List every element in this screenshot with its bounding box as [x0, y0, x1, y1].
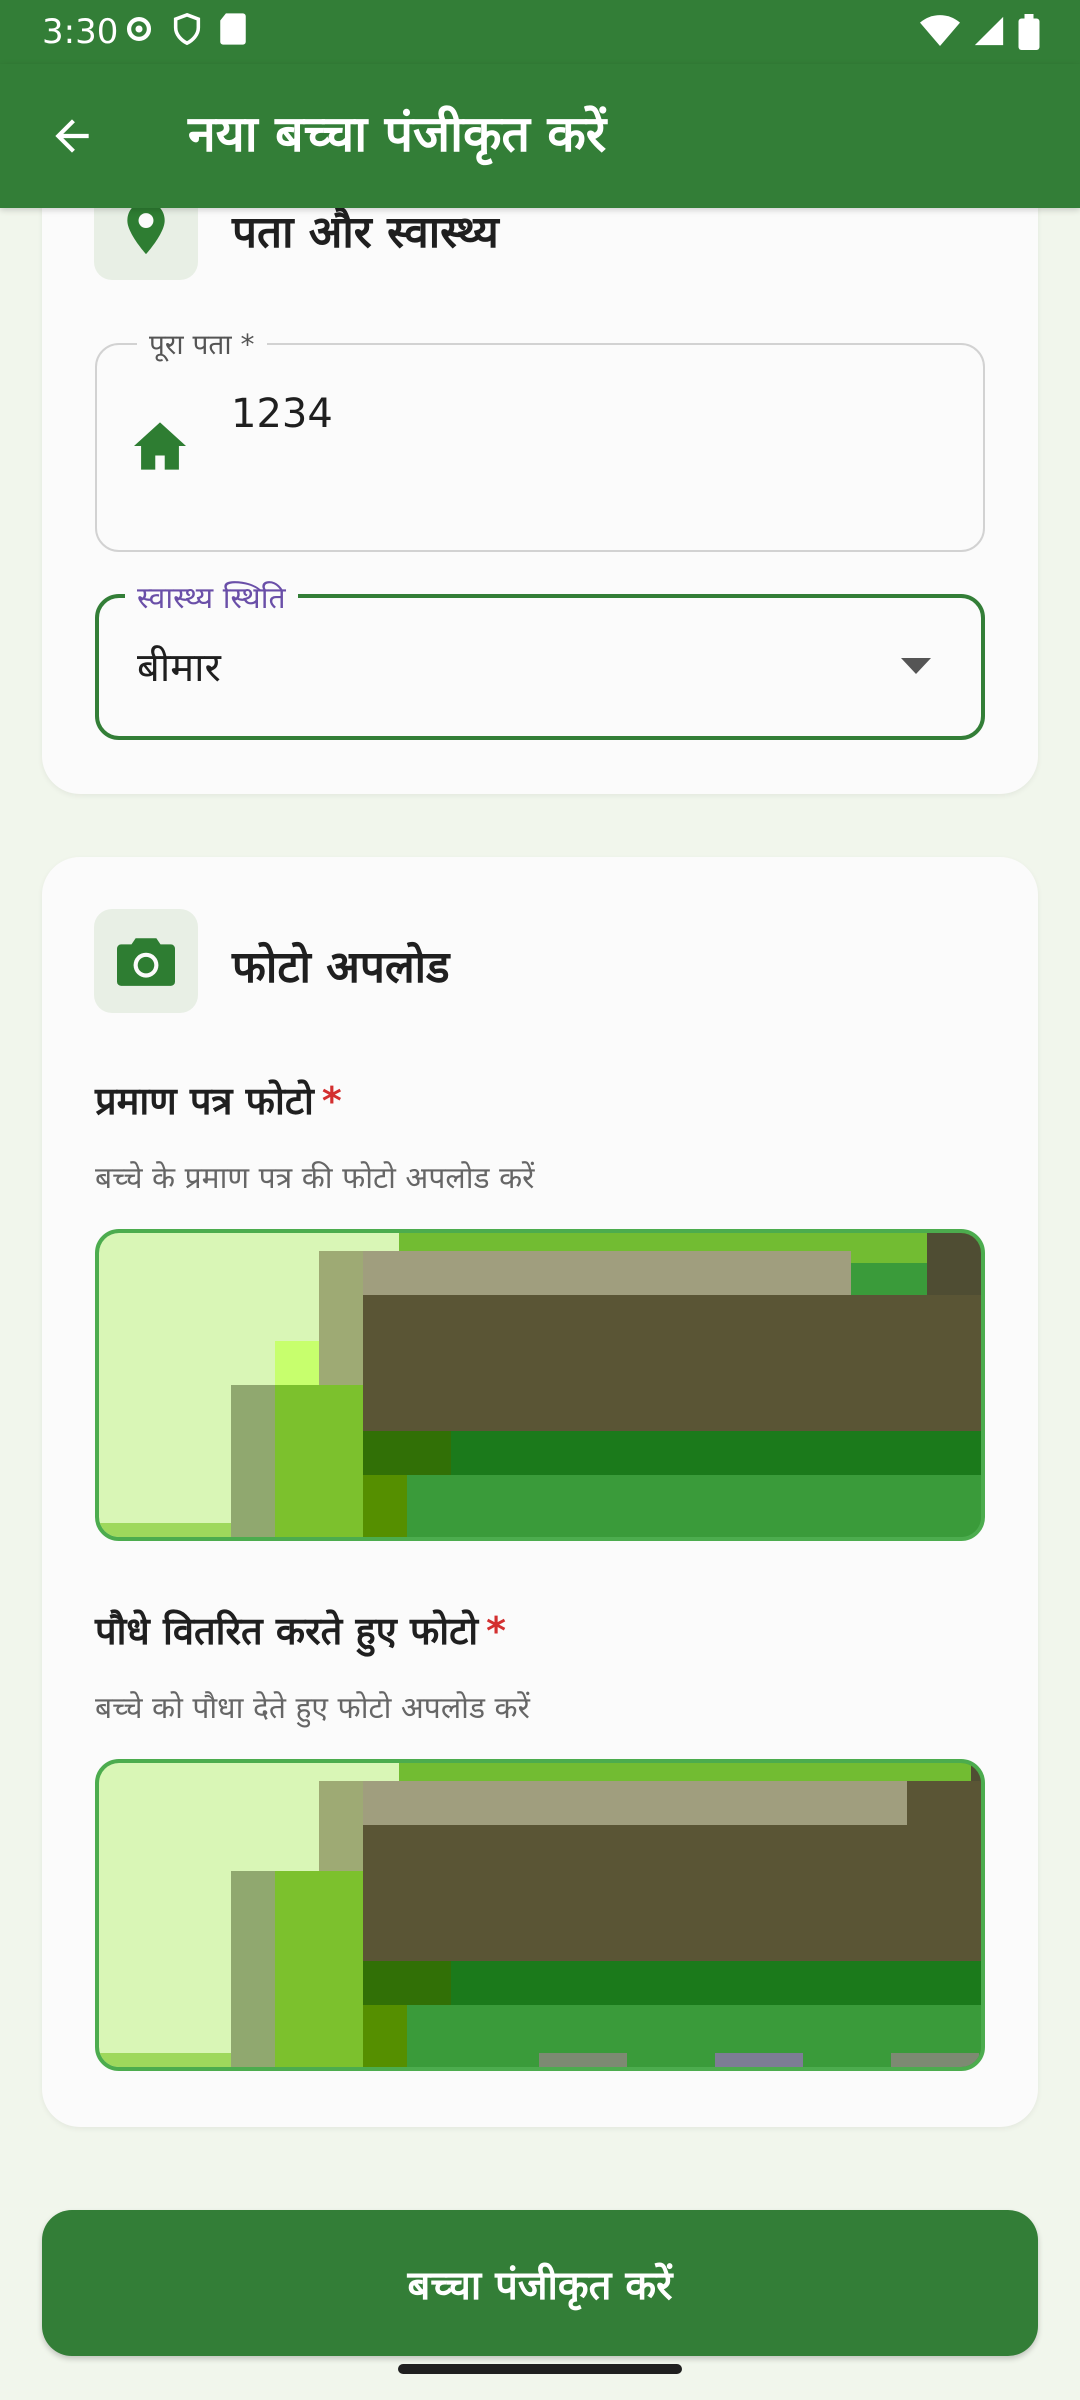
app-bar: नया बच्चा पंजीकृत करें [0, 64, 1080, 208]
gesture-nav-handle[interactable] [398, 2364, 682, 2374]
register-child-button[interactable]: बच्चा पंजीकृत करें [42, 2210, 1038, 2356]
home-icon [131, 420, 189, 476]
plant-photo-label: पौधे वितरित करते हुए फोटो * [95, 1609, 506, 1653]
address-field[interactable]: पूरा पता * 1234 [95, 325, 985, 552]
page-title: नया बच्चा पंजीकृत करें [188, 105, 607, 163]
register-child-label: बच्चा पंजीकृत करें [407, 2262, 673, 2309]
signal-icon [972, 14, 1006, 54]
wifi-icon [920, 14, 960, 54]
certificate-photo-hint: बच्चे के प्रमाण पत्र की फोटो अपलोड करें [95, 1161, 535, 1196]
shield-icon [170, 12, 204, 50]
camera-icon [117, 938, 175, 986]
certificate-photo-upload[interactable] [95, 1229, 985, 1541]
required-star: * [321, 1079, 342, 1123]
plant-photo-upload[interactable] [95, 1759, 985, 2071]
back-button[interactable] [40, 104, 104, 168]
dropdown-arrow-icon[interactable] [901, 658, 931, 678]
address-label: पूरा पता * [137, 325, 267, 363]
health-status-select[interactable]: स्वास्थ्य स्थिति बीमार [95, 576, 985, 740]
required-star: * [486, 1609, 506, 1653]
sd-card-icon [218, 12, 248, 50]
address-value[interactable]: 1234 [231, 391, 333, 437]
camera-icon-box [94, 909, 198, 1013]
certificate-photo-label: प्रमाण पत्र फोटो * [95, 1079, 342, 1123]
section-title-photo: फोटो अपलोड [232, 942, 450, 993]
status-bar: 3:30 [0, 0, 1080, 64]
location-pin-icon [127, 201, 165, 255]
status-time: 3:30 [42, 12, 119, 52]
health-label: स्वास्थ्य स्थिति [125, 576, 298, 617]
plant-photo-hint: बच्चे को पौधा देते हुए फोटो अपलोड करें [95, 1691, 530, 1726]
gear-icon [122, 12, 156, 50]
section-title-address: पता और स्वास्थ्य [232, 207, 499, 258]
arrow-back-icon [55, 119, 89, 153]
battery-icon [1018, 14, 1040, 54]
health-value: बीमार [137, 645, 221, 691]
